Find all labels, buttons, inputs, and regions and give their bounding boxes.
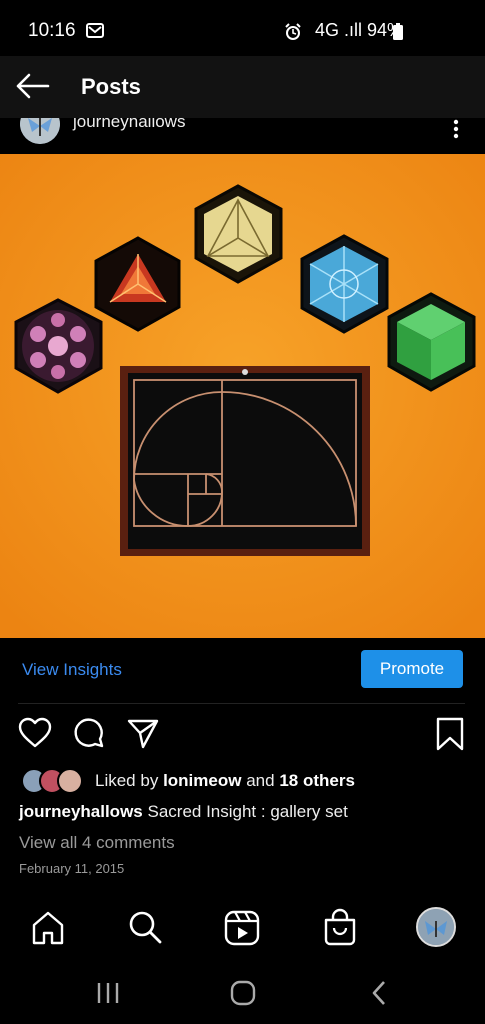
caption-username[interactable]: journeyhallows — [19, 802, 143, 821]
shop-icon[interactable] — [322, 908, 358, 948]
home-icon[interactable] — [30, 908, 66, 948]
post-image[interactable] — [0, 154, 485, 638]
reels-icon[interactable] — [223, 908, 261, 948]
recent-apps-icon[interactable] — [96, 982, 120, 1004]
liked-by-others[interactable]: 18 others — [279, 771, 355, 790]
message-icon — [86, 23, 104, 38]
back-chevron-icon[interactable] — [370, 980, 388, 1006]
view-insights-link[interactable]: View Insights — [22, 660, 122, 680]
liked-by-prefix: Liked by — [95, 771, 159, 790]
search-icon[interactable] — [126, 908, 164, 948]
bookmark-icon[interactable] — [435, 717, 465, 751]
liker-avatars[interactable] — [21, 768, 87, 794]
liked-by-user[interactable]: lonimeow — [163, 771, 241, 790]
author-username[interactable]: journeyhallows — [73, 118, 185, 132]
alarm-icon — [285, 23, 301, 40]
status-bar: 10:16 4G .ıll 94% — [0, 0, 485, 60]
caption-text: Sacred Insight : gallery set — [147, 802, 348, 821]
more-options-icon[interactable] — [451, 118, 461, 142]
likes-row: Liked by lonimeow and 18 others — [0, 768, 485, 794]
status-right-text: 4G .ıll 94% — [314, 20, 403, 40]
share-icon[interactable] — [127, 717, 159, 749]
heart-icon[interactable] — [18, 717, 52, 749]
divider — [18, 703, 465, 704]
liked-by-and: and — [246, 771, 275, 790]
liker-avatar — [57, 768, 83, 794]
insights-row: View Insights Promote — [0, 645, 485, 695]
battery-icon — [393, 23, 403, 40]
profile-avatar[interactable] — [416, 907, 456, 947]
golden-spiral-frame-art — [120, 366, 370, 556]
view-comments-link[interactable]: View all 4 comments — [19, 833, 175, 853]
post-author-strip: journeyhallows — [0, 118, 485, 154]
author-avatar[interactable] — [20, 118, 60, 144]
comment-icon[interactable] — [73, 717, 105, 749]
likes-summary[interactable]: Liked by lonimeow and 18 others — [95, 771, 355, 791]
system-nav-bar — [0, 960, 485, 1024]
bottom-nav — [0, 900, 485, 960]
page-title: Posts — [81, 74, 141, 99]
post-caption: journeyhallows Sacred Insight : gallery … — [19, 802, 348, 822]
home-circle-icon[interactable] — [230, 980, 256, 1006]
post-date: February 11, 2015 — [19, 861, 125, 876]
post-actions — [0, 713, 485, 757]
promote-button[interactable]: Promote — [361, 650, 463, 688]
status-time: 10:16 — [28, 20, 76, 41]
arrow-left-icon[interactable] — [14, 71, 50, 101]
app-header: Posts — [0, 56, 485, 118]
